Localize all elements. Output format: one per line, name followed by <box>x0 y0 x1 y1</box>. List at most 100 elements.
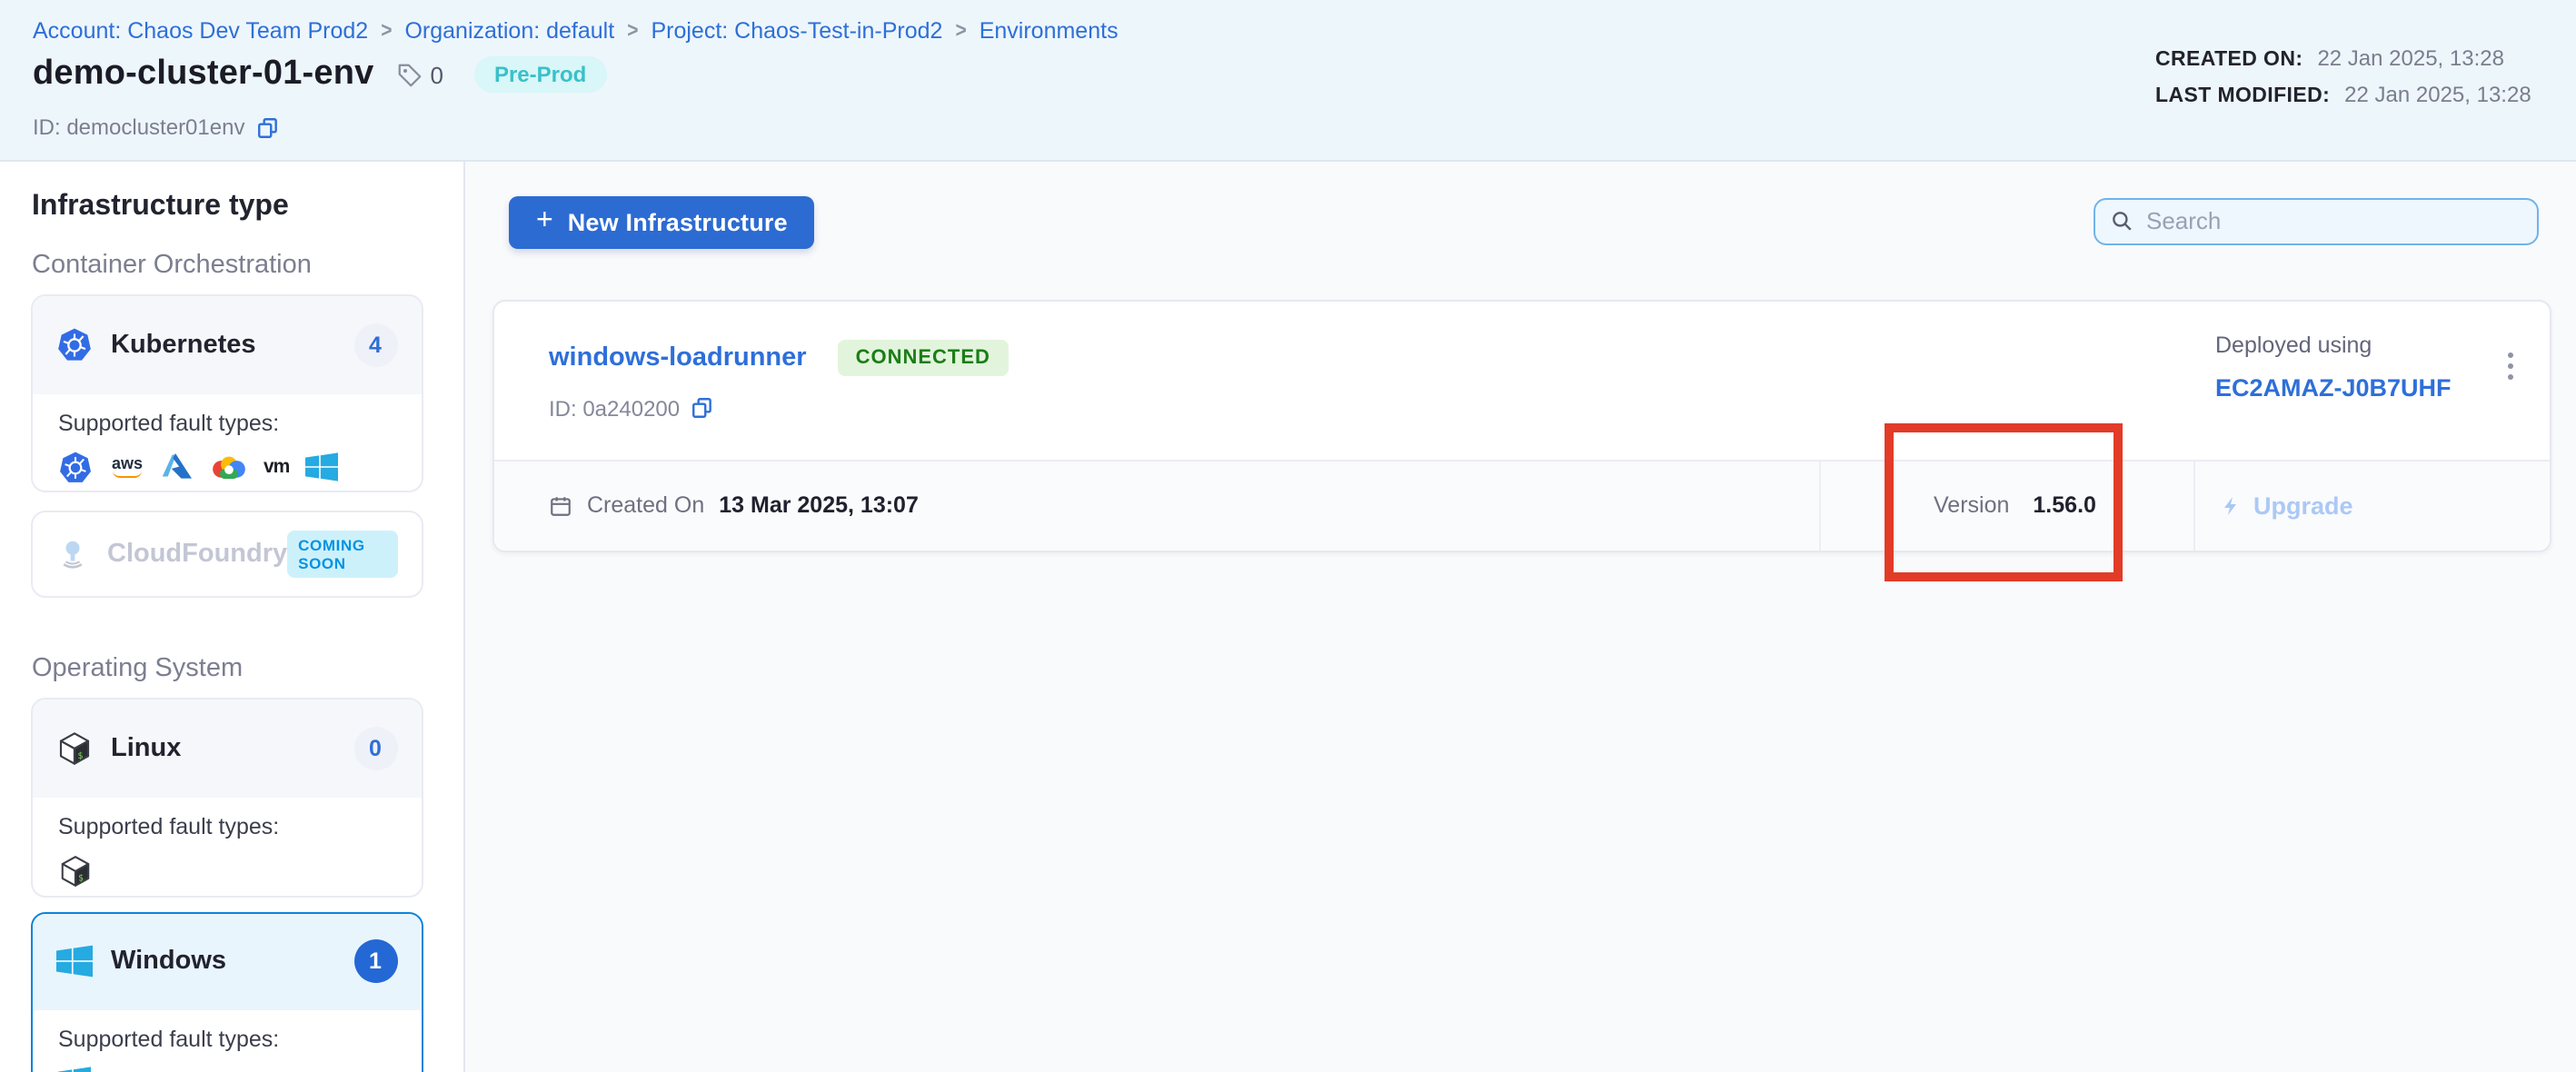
windows-count-badge: 1 <box>353 940 397 984</box>
kubernetes-icon <box>56 327 93 363</box>
footer-divider <box>2193 461 2195 550</box>
environment-type-badge: Pre-Prod <box>474 56 606 93</box>
breadcrumb-environments[interactable]: Environments <box>980 18 1119 44</box>
chevron-right-icon: > <box>381 18 392 44</box>
section-container-orchestration: Container Orchestration <box>32 250 312 279</box>
fault-types-label: Supported fault types: <box>58 813 395 839</box>
infrastructure-card-top: windows-loadrunner CONNECTED ID: 0a24020… <box>494 301 2550 459</box>
created-on-value: 22 Jan 2025, 13:28 <box>2317 45 2504 71</box>
windows-icon <box>58 1067 91 1072</box>
deployed-using-block: Deployed using EC2AMAZ-J0B7UHF <box>2215 332 2452 404</box>
created-on-label: CREATED ON: <box>2155 49 2302 71</box>
infrastructure-type-sidebar: Infrastructure type Container Orchestrat… <box>0 161 464 1072</box>
kubernetes-count-badge: 4 <box>353 323 397 367</box>
version-value: 1.56.0 <box>2033 492 2096 518</box>
page-title: demo-cluster-01-env <box>33 55 373 94</box>
breadcrumb: Account: Chaos Dev Team Prod2 > Organiza… <box>33 18 1119 44</box>
gcp-icon <box>211 453 247 481</box>
cloudfoundry-card-name: CloudFoundry <box>107 540 287 569</box>
infrastructure-name-link[interactable]: windows-loadrunner <box>549 342 807 372</box>
new-infrastructure-label: New Infrastructure <box>568 209 788 236</box>
azure-icon <box>162 452 194 481</box>
infrastructure-name-row: windows-loadrunner CONNECTED <box>549 339 1009 375</box>
new-infrastructure-button[interactable]: + New Infrastructure <box>509 196 815 248</box>
sidebar-card-kubernetes[interactable]: Kubernetes 4 Supported fault types: <box>31 294 423 492</box>
linux-card-header: $ Linux 0 <box>33 700 421 797</box>
fault-types-label: Supported fault types: <box>58 410 395 435</box>
tags-control[interactable]: 0 <box>395 61 443 88</box>
sidebar-card-linux[interactable]: $ Linux 0 Supported fault types: $ <box>31 698 423 898</box>
sidebar-card-cloudfoundry[interactable]: CloudFoundry COMING SOON <box>31 511 423 597</box>
chevron-right-icon: > <box>955 18 966 44</box>
app-root: Account: Chaos Dev Team Prod2 > Organiza… <box>0 0 2576 1072</box>
footer-divider <box>1819 461 1821 550</box>
search-box[interactable] <box>2094 197 2539 244</box>
cloudfoundry-card-row: CloudFoundry COMING SOON <box>33 512 421 595</box>
windows-icon <box>305 452 338 481</box>
linux-count-badge: 0 <box>353 727 397 770</box>
breadcrumb-organization[interactable]: Organization: default <box>404 18 614 44</box>
version-cell: Version 1.56.0 <box>1934 461 2096 550</box>
fault-types-label: Supported fault types: <box>58 1027 395 1052</box>
windows-icon <box>56 946 93 978</box>
copy-icon[interactable] <box>691 396 714 420</box>
windows-card-header: Windows 1 <box>33 913 421 1010</box>
kubernetes-fault-icons: aws <box>58 450 395 484</box>
deployed-using-link[interactable]: EC2AMAZ-J0B7UHF <box>2215 373 2452 401</box>
cloudfoundry-icon <box>56 538 89 571</box>
created-on-row: CREATED ON: 22 Jan 2025, 13:28 <box>2155 45 2531 71</box>
linux-card-name: Linux <box>111 734 181 763</box>
version-label: Version <box>1934 492 2009 518</box>
kubernetes-card-header: Kubernetes 4 <box>33 296 421 393</box>
breadcrumb-project[interactable]: Project: Chaos-Test-in-Prod2 <box>651 18 942 44</box>
lightning-icon <box>2221 493 2243 517</box>
coming-soon-badge: COMING SOON <box>287 531 397 578</box>
deployed-using-label: Deployed using <box>2215 332 2452 357</box>
aws-icon: aws <box>109 456 145 479</box>
title-row: demo-cluster-01-env 0 Pre-Prod <box>33 55 606 94</box>
linux-icon: $ <box>58 853 93 888</box>
sidebar-title: Infrastructure type <box>32 190 289 223</box>
environment-id: ID: democluster01env <box>33 114 244 140</box>
created-on-value: 13 Mar 2025, 13:07 <box>719 492 919 518</box>
last-modified-row: LAST MODIFIED: 22 Jan 2025, 13:28 <box>2155 82 2531 107</box>
breadcrumb-account[interactable]: Account: Chaos Dev Team Prod2 <box>33 18 368 44</box>
created-on-cell: Created On 13 Mar 2025, 13:07 <box>549 461 919 550</box>
last-modified-value: 22 Jan 2025, 13:28 <box>2344 82 2531 107</box>
environment-dates: CREATED ON: 22 Jan 2025, 13:28 LAST MODI… <box>2155 45 2531 107</box>
infrastructure-card: windows-loadrunner CONNECTED ID: 0a24020… <box>492 299 2551 551</box>
vmware-icon: vm <box>264 458 289 477</box>
linux-fault-icons: $ <box>58 853 395 888</box>
created-on-label: Created On <box>587 492 704 518</box>
linux-icon: $ <box>56 730 93 767</box>
tag-count: 0 <box>430 61 443 88</box>
plus-icon: + <box>536 207 553 236</box>
calendar-icon <box>549 493 572 517</box>
more-options-icon[interactable] <box>2493 344 2526 388</box>
last-modified-label: LAST MODIFIED: <box>2155 85 2330 107</box>
search-input[interactable] <box>2146 207 2522 234</box>
kubernetes-icon <box>58 450 93 484</box>
chevron-right-icon: > <box>627 18 638 44</box>
kubernetes-card-body: Supported fault types: <box>33 393 421 484</box>
upgrade-label: Upgrade <box>2253 491 2353 519</box>
sidebar-card-windows[interactable]: Windows 1 Supported fault types: <box>31 911 423 1072</box>
infrastructure-id-row: ID: 0a240200 <box>549 395 714 421</box>
windows-card-body: Supported fault types: <box>33 1010 421 1072</box>
upgrade-button[interactable]: Upgrade <box>2221 461 2353 550</box>
search-icon <box>2110 209 2133 233</box>
copy-icon[interactable] <box>255 115 279 139</box>
kubernetes-card-name: Kubernetes <box>111 331 256 360</box>
status-badge: CONNECTED <box>838 339 1009 375</box>
environment-id-row: ID: democluster01env <box>33 114 279 140</box>
page-header: Account: Chaos Dev Team Prod2 > Organiza… <box>0 0 2576 161</box>
windows-card-name: Windows <box>111 948 226 977</box>
infrastructure-id: ID: 0a240200 <box>549 395 680 421</box>
main-content: + New Infrastructure windows-loadrunner … <box>466 161 2576 1072</box>
svg-text:$: $ <box>78 872 84 882</box>
svg-text:$: $ <box>77 750 83 760</box>
windows-fault-icons <box>58 1067 395 1072</box>
section-operating-system: Operating System <box>32 653 243 682</box>
linux-card-body: Supported fault types: $ <box>33 797 421 888</box>
infrastructure-card-footer: Created On 13 Mar 2025, 13:07 Version 1.… <box>494 459 2550 550</box>
